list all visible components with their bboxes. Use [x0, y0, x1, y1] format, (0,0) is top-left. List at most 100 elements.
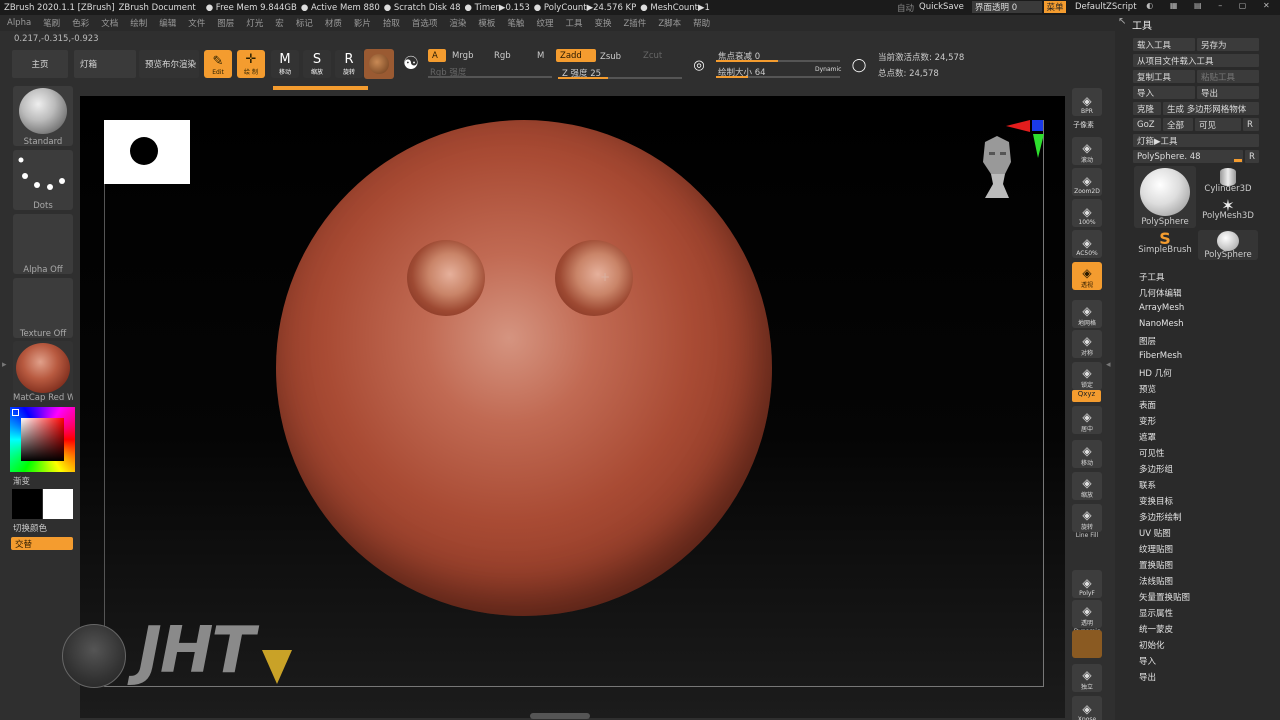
saturation-square[interactable]: [21, 418, 64, 461]
import-button[interactable]: 导入: [1133, 86, 1195, 99]
gradient-label[interactable]: 渐变: [13, 475, 30, 487]
tool-polysphere-small[interactable]: PolySphere: [1198, 230, 1258, 260]
layout2-icon[interactable]: ▤: [1194, 1, 1202, 13]
scale-button[interactable]: S 缩放: [303, 50, 331, 78]
menu-item[interactable]: 色彩: [72, 17, 89, 29]
current-tool-slider[interactable]: PolySphere. 48: [1133, 150, 1243, 163]
rightbar-local-button[interactable]: ◈ 对称: [1072, 330, 1102, 358]
rightbar-move-button[interactable]: ◈ 移动: [1072, 440, 1102, 468]
rotate-button[interactable]: R 旋转: [335, 50, 363, 78]
rightbar-lock-button[interactable]: ◈ 锁定: [1072, 362, 1102, 390]
menu-item[interactable]: 渲染: [449, 17, 466, 29]
rightbar-ac50-button[interactable]: ◈ AC50%: [1072, 230, 1102, 258]
menu-item[interactable]: 图层: [217, 17, 234, 29]
menu-button[interactable]: 菜单: [1044, 1, 1066, 13]
mrgb-button[interactable]: Mrgb: [452, 51, 473, 61]
switch-color-button[interactable]: 切换颜色: [13, 522, 47, 534]
menu-item[interactable]: 影片: [354, 17, 371, 29]
rightbar-rotate-button[interactable]: ◈ 旋转: [1072, 504, 1102, 532]
alternate-button[interactable]: 交替: [11, 537, 73, 550]
zsub-button[interactable]: Zsub: [600, 52, 621, 62]
menu-item[interactable]: 文档: [101, 17, 118, 29]
rightbar-linefill-label[interactable]: Line Fill: [1072, 532, 1102, 539]
copy-tool-button[interactable]: 复制工具: [1133, 70, 1195, 83]
tool-section-item[interactable]: 矢量置换贴图: [1139, 591, 1190, 603]
zadd-button[interactable]: Zadd: [556, 49, 596, 62]
tool-section-item[interactable]: 表面: [1139, 399, 1156, 411]
tool-section-item[interactable]: ArrayMesh: [1139, 303, 1184, 313]
zcut-button[interactable]: Zcut: [643, 51, 662, 61]
lightbox-tools-button[interactable]: 灯箱▶工具: [1133, 134, 1259, 147]
rgb-button[interactable]: Rgb: [494, 51, 511, 61]
draw-button[interactable]: ✛ 绘 制: [237, 50, 265, 78]
m-button[interactable]: M: [537, 51, 544, 61]
goz-button[interactable]: GoZ: [1133, 118, 1161, 131]
load-tool-button[interactable]: 载入工具: [1133, 38, 1195, 51]
material-thumbnail[interactable]: [13, 341, 73, 401]
rightbar-zoom2d-button[interactable]: ◈ Zoom2D: [1072, 168, 1102, 196]
tool-section-item[interactable]: 导出: [1139, 671, 1156, 683]
tool-polymesh3d[interactable]: ✶ PolyMesh3D: [1198, 197, 1258, 228]
rgb-intensity-track[interactable]: [428, 76, 552, 78]
rightbar-dynamic-block[interactable]: [1072, 630, 1102, 658]
tool-section-item[interactable]: 多边形组: [1139, 463, 1173, 475]
tool-section-item[interactable]: 遮罩: [1139, 431, 1156, 443]
clone-button[interactable]: 克隆: [1133, 102, 1161, 115]
tool-section-item[interactable]: 统一蒙皮: [1139, 623, 1173, 635]
tool-section-item[interactable]: 几何体编辑: [1139, 287, 1182, 299]
menu-item[interactable]: 材质: [325, 17, 342, 29]
menu-item[interactable]: 编辑: [159, 17, 176, 29]
menu-item[interactable]: 文件: [188, 17, 205, 29]
rightbar-100-button[interactable]: ◈ 100%: [1072, 199, 1102, 227]
rightbar-subpixel-label[interactable]: 子像素: [1073, 120, 1094, 130]
menu-item[interactable]: Z插件: [623, 17, 646, 29]
goz-all-button[interactable]: 全部: [1163, 118, 1193, 131]
menu-item[interactable]: 灯光: [246, 17, 263, 29]
tool-section-item[interactable]: 纹理贴图: [1139, 543, 1173, 555]
tool-polysphere-large[interactable]: PolySphere: [1134, 166, 1196, 228]
tool-section-item[interactable]: 联系: [1139, 479, 1156, 491]
paste-tool-button[interactable]: 粘贴工具: [1197, 70, 1259, 83]
tool-section-item[interactable]: 导入: [1139, 655, 1156, 667]
rightbar-xyz-button[interactable]: Qxyz: [1072, 390, 1101, 402]
maximize-icon[interactable]: ▢: [1239, 1, 1247, 13]
tool-section-item[interactable]: 多边形绘制: [1139, 511, 1182, 523]
draw-size-track[interactable]: [716, 76, 840, 78]
rightbar-zoom3d-button[interactable]: ◈ 缩放: [1072, 472, 1102, 500]
rightbar-frame-button[interactable]: ◈ 居中: [1072, 406, 1102, 434]
main-color-swatch[interactable]: [43, 489, 73, 519]
ui-transparency-slider[interactable]: 界面透明 0: [972, 1, 1042, 13]
menu-item[interactable]: 拾取: [383, 17, 400, 29]
menu-item[interactable]: 首选项: [412, 17, 438, 29]
tool-section-item[interactable]: 变形: [1139, 415, 1156, 427]
secondary-color-swatch[interactable]: [12, 489, 42, 519]
load-from-project-button[interactable]: 从项目文件载入工具: [1133, 54, 1259, 67]
quicksave-button[interactable]: QuickSave: [919, 2, 964, 12]
make-polymesh-button[interactable]: 生成 多边形网格物体: [1163, 102, 1259, 115]
tool-section-item[interactable]: NanoMesh: [1139, 319, 1184, 329]
rightbar-floor-button[interactable]: ◈ 地网格: [1072, 300, 1102, 328]
focal-shift-track[interactable]: [716, 60, 840, 62]
save-as-button[interactable]: 另存为: [1197, 38, 1259, 51]
goz-r-button[interactable]: R: [1243, 118, 1259, 131]
tool-section-item[interactable]: UV 贴图: [1139, 527, 1171, 539]
menu-item[interactable]: 变换: [594, 17, 611, 29]
goz-visible-button[interactable]: 可见: [1195, 118, 1241, 131]
tool-section-item[interactable]: 预览: [1139, 383, 1156, 395]
help-icon[interactable]: ◐: [1146, 1, 1153, 13]
menu-item[interactable]: Alpha: [7, 18, 31, 28]
tool-section-item[interactable]: FiberMesh: [1139, 351, 1182, 361]
color-mode-button[interactable]: ☯: [398, 51, 424, 77]
tool-cylinder3d[interactable]: Cylinder3D: [1198, 166, 1258, 196]
menu-item[interactable]: 纹理: [536, 17, 553, 29]
tool-section-item[interactable]: 子工具: [1139, 271, 1165, 283]
menu-item[interactable]: 标记: [296, 17, 313, 29]
menu-item[interactable]: 宏: [275, 17, 284, 29]
tool-section-item[interactable]: 可见性: [1139, 447, 1165, 459]
rightbar-transp-button[interactable]: ◈ 透明: [1072, 600, 1102, 628]
menu-item[interactable]: 笔触: [507, 17, 524, 29]
export-button[interactable]: 导出: [1197, 86, 1259, 99]
material-button[interactable]: [364, 49, 394, 79]
right-panel-collapse-icon[interactable]: ◂: [1106, 360, 1111, 370]
menu-item[interactable]: 模板: [478, 17, 495, 29]
